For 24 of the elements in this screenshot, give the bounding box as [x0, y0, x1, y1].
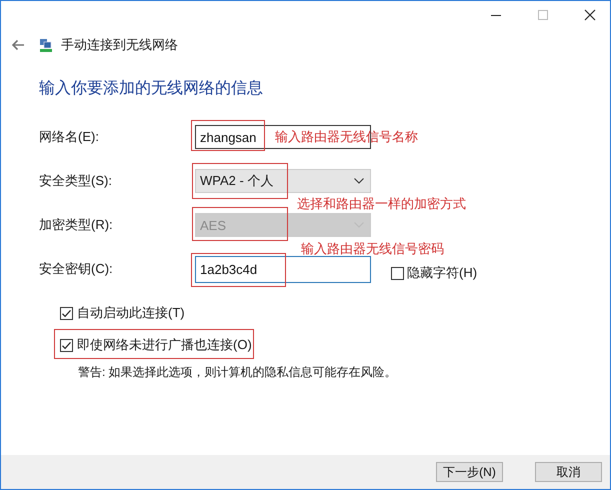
network-icon — [39, 37, 53, 53]
dialog-button[interactable]: 取消 — [535, 462, 602, 482]
checkbox-label: 即使网络未进行广播也连接(O) — [77, 336, 252, 354]
checkbox[interactable] — [391, 266, 404, 280]
input-field[interactable]: 1a2b3c4d — [195, 256, 371, 282]
checkbox[interactable] — [60, 306, 73, 320]
warning-text: 警告: 如果选择此选项，则计算机的隐私信息可能存在风险。 — [77, 364, 398, 381]
dropdown: AES — [195, 213, 371, 237]
dropdown[interactable]: WPA2 - 个人 — [195, 169, 371, 193]
checkbox-label: 隐藏字符(H) — [407, 264, 478, 282]
checkbox[interactable] — [60, 338, 73, 352]
checkbox-label: 自动启动此连接(T) — [77, 304, 185, 322]
annotation-text: 输入路由器无线信号密码 — [301, 240, 444, 258]
close-icon[interactable] — [584, 9, 596, 21]
field-label: 网络名(E): — [39, 128, 100, 146]
field-label: 加密类型(R): — [39, 216, 114, 234]
annotation-text: 选择和路由器一样的加密方式 — [297, 195, 466, 213]
field-label: 安全密钥(C): — [39, 260, 114, 278]
back-arrow-icon[interactable] — [11, 39, 25, 51]
dialog-button[interactable]: 下一步(N) — [436, 462, 503, 482]
chevron-down-icon — [354, 178, 364, 184]
window-title: 手动连接到无线网络 — [61, 36, 178, 54]
page-heading: 输入你要添加的无线网络的信息 — [39, 78, 264, 99]
field-label: 安全类型(S): — [39, 172, 113, 190]
